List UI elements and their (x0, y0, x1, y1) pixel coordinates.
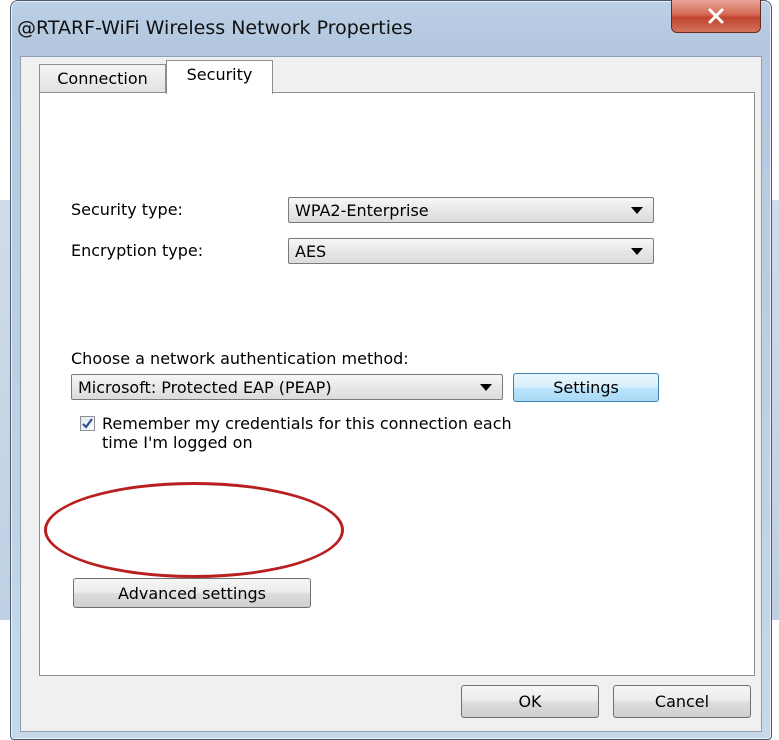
security-tab-panel: Security type: WPA2-Enterprise Encryptio… (39, 92, 755, 676)
close-button[interactable] (671, 0, 761, 33)
remember-credentials-checkbox[interactable] (80, 416, 95, 431)
tab-connection[interactable]: Connection (39, 64, 166, 92)
encryption-type-dropdown[interactable]: AES (288, 238, 654, 264)
security-type-label: Security type: (71, 200, 183, 219)
encryption-type-label: Encryption type: (71, 241, 204, 260)
ok-button-label: OK (518, 692, 542, 711)
encryption-type-value: AES (295, 241, 327, 261)
checkmark-icon (82, 418, 93, 429)
advanced-settings-label: Advanced settings (118, 583, 266, 603)
advanced-settings-button[interactable]: Advanced settings (73, 578, 311, 608)
title-bar[interactable]: @RTARF-WiFi Wireless Network Properties (11, 0, 771, 56)
settings-button[interactable]: Settings (513, 373, 659, 402)
tab-security[interactable]: Security (166, 60, 273, 94)
chevron-down-icon (480, 384, 492, 391)
cancel-button[interactable]: Cancel (613, 685, 751, 718)
chevron-down-icon (631, 207, 643, 214)
tab-connection-label: Connection (57, 69, 148, 88)
highlight-annotation-circle (44, 482, 344, 578)
settings-button-label: Settings (553, 378, 619, 397)
remember-credentials-label-line1: Remember my credentials for this connect… (102, 414, 512, 433)
window-title: @RTARF-WiFi Wireless Network Properties (17, 17, 413, 39)
tab-security-label: Security (186, 65, 253, 84)
auth-method-value: Microsoft: Protected EAP (PEAP) (78, 377, 332, 397)
auth-method-dropdown[interactable]: Microsoft: Protected EAP (PEAP) (71, 374, 503, 400)
chevron-down-icon (631, 248, 643, 255)
security-type-value: WPA2-Enterprise (295, 200, 429, 220)
auth-method-label: Choose a network authentication method: (71, 349, 409, 368)
dialog-window: @RTARF-WiFi Wireless Network Properties … (10, 0, 772, 740)
close-icon (708, 8, 724, 24)
cancel-button-label: Cancel (654, 692, 710, 711)
security-type-dropdown[interactable]: WPA2-Enterprise (288, 197, 654, 223)
dialog-client-area: Connection Security Security type: WPA2-… (20, 56, 762, 732)
remember-credentials-label-line2: time I'm logged on (102, 433, 253, 452)
ok-button[interactable]: OK (461, 685, 599, 718)
